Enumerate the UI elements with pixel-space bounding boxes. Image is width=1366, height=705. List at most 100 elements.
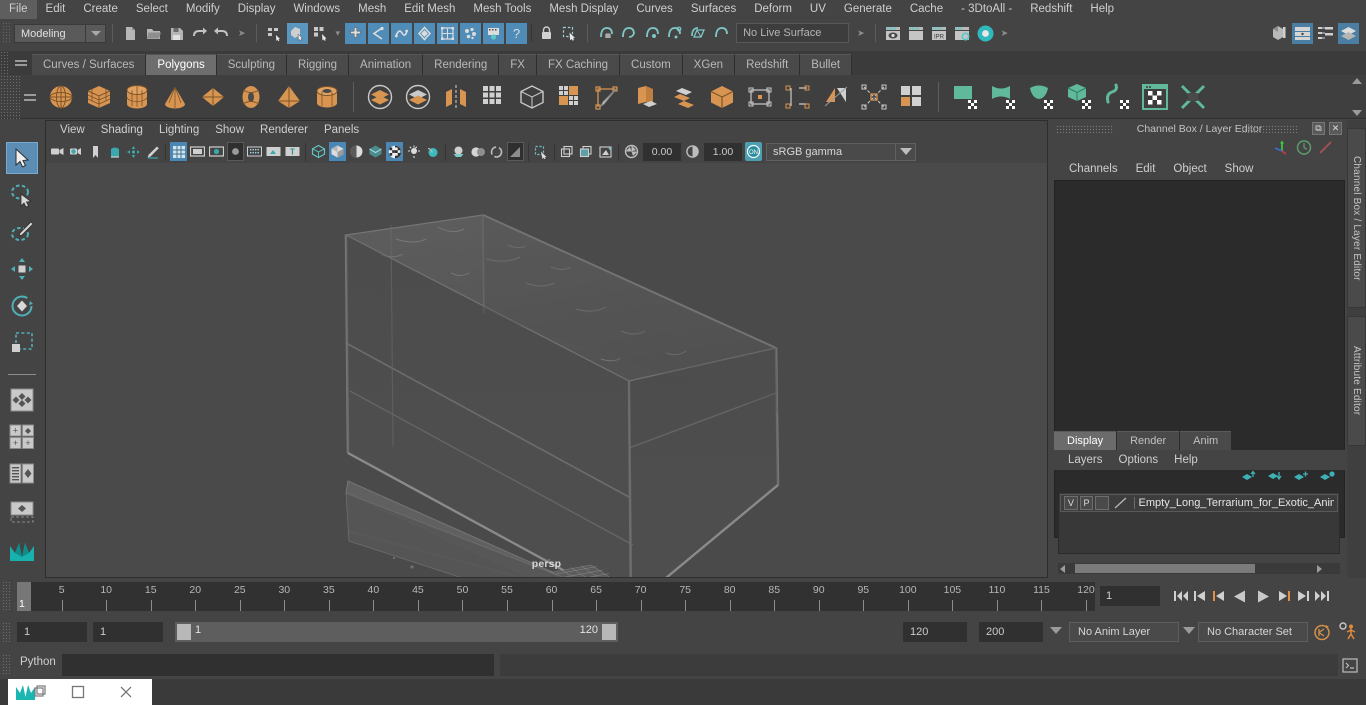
status-group-collapse-1[interactable]: ➤	[234, 28, 250, 39]
channel-box-menu-object[interactable]: Object	[1164, 158, 1215, 180]
select-by-component-icon[interactable]	[310, 23, 331, 44]
range-end-field[interactable]: 120	[903, 622, 967, 642]
smooth-cube-icon[interactable]	[515, 80, 549, 114]
safe-title-icon[interactable]: T	[284, 142, 301, 161]
layer-menu-help[interactable]: Help	[1166, 450, 1206, 470]
shelf-row-grip[interactable]	[0, 75, 20, 119]
animation-start-field[interactable]: 1	[17, 622, 87, 642]
hardware-texture-icon[interactable]	[367, 142, 384, 161]
poly-pyramid-icon[interactable]	[272, 80, 306, 114]
color-management-dropdown-arrow[interactable]	[896, 142, 916, 161]
time-slider-track[interactable]: 1 5 10 15 20 25 30 35 40 45 50 55 60 65 70 75 80 85 90 95 1…	[17, 582, 1095, 611]
menu-item-file[interactable]: File	[0, 0, 37, 19]
grease-pencil-icon[interactable]	[144, 142, 161, 161]
command-line-grip[interactable]	[2, 654, 11, 676]
menu-item-mesh-tools[interactable]: Mesh Tools	[464, 0, 540, 19]
layer-visibility-toggle[interactable]: V	[1064, 496, 1078, 510]
status-line-grip[interactable]	[2, 22, 10, 44]
current-time-indicator[interactable]: 1	[17, 582, 31, 611]
mask-misc-icon[interactable]: ?	[506, 22, 528, 44]
ambient-occlusion-icon[interactable]	[469, 142, 486, 161]
color-management-selector[interactable]: sRGB gamma	[766, 142, 896, 161]
boolean-difference-icon[interactable]	[401, 80, 435, 114]
render-current-frame-icon[interactable]	[883, 23, 904, 44]
vertical-tab-channel-box[interactable]: Channel Box / Layer Editor	[1347, 128, 1366, 308]
quick-layout-persp-icon[interactable]	[6, 495, 38, 527]
channel-box-menu-edit[interactable]: Edit	[1127, 158, 1165, 180]
shelf-tab-sculpting[interactable]: Sculpting	[216, 54, 288, 75]
hypershade-icon[interactable]	[975, 23, 996, 44]
exposure-icon[interactable]	[623, 142, 640, 161]
ipr-render-icon[interactable]: IPR	[929, 23, 950, 44]
menu-item-modify[interactable]: Modify	[177, 0, 229, 19]
quick-layout-single-icon[interactable]	[6, 384, 38, 416]
mirror-icon[interactable]	[439, 80, 473, 114]
go-to-end-icon[interactable]	[1313, 587, 1331, 605]
menu-item-3dtoall[interactable]: - 3DtoAll -	[952, 0, 1021, 19]
field-chart-icon[interactable]	[246, 142, 263, 161]
select-by-object-icon[interactable]	[286, 22, 308, 44]
maya-app-icon[interactable]	[8, 679, 54, 705]
restore-icon[interactable]: ⧉	[1312, 122, 1325, 135]
mask-particle-icon[interactable]	[460, 22, 482, 44]
new-layer-icon[interactable]	[1293, 470, 1309, 488]
mask-curve-icon[interactable]	[368, 22, 390, 44]
poly-pipe-icon[interactable]	[310, 80, 344, 114]
snap-grid-icon[interactable]	[595, 23, 616, 44]
shelf-scroll-arrows[interactable]	[1350, 78, 1364, 116]
smooth-shade-icon[interactable]	[329, 142, 346, 161]
uv-automatic-map-icon[interactable]	[1062, 80, 1096, 114]
open-scene-icon[interactable]	[143, 23, 164, 44]
redo-icon[interactable]	[212, 23, 233, 44]
scale-tool[interactable]	[6, 327, 38, 359]
uv-editor-icon[interactable]	[1138, 80, 1172, 114]
poly-cone-icon[interactable]	[158, 80, 192, 114]
extrude-icon[interactable]	[629, 80, 663, 114]
layer-shading-toggle[interactable]	[1095, 496, 1110, 510]
go-to-start-icon[interactable]	[1172, 587, 1190, 605]
layer-row[interactable]: V P Empty_Long_Terrarium_for_Exotic_Anim	[1060, 494, 1338, 512]
character-set-selector[interactable]: No Character Set	[1198, 622, 1308, 642]
texture-checker-icon[interactable]	[386, 142, 403, 161]
close-window-icon[interactable]	[102, 679, 150, 705]
lasso-select-tool[interactable]	[6, 179, 38, 211]
current-time-field[interactable]: 1	[1100, 586, 1160, 606]
gate-mask-icon[interactable]	[227, 142, 244, 161]
menu-item-windows[interactable]: Windows	[284, 0, 349, 19]
shelf-options-icon[interactable]	[20, 86, 40, 108]
safe-action-icon[interactable]	[265, 142, 282, 161]
play-forwards-icon[interactable]	[1252, 587, 1274, 605]
shelf-tab-animation[interactable]: Animation	[349, 54, 424, 75]
shadows-icon[interactable]	[450, 142, 467, 161]
render-sequence-icon[interactable]	[906, 23, 927, 44]
new-scene-icon[interactable]	[120, 23, 141, 44]
menu-item-mesh[interactable]: Mesh	[349, 0, 395, 19]
shelf-tab-rigging[interactable]: Rigging	[287, 54, 350, 75]
layer-name[interactable]: Empty_Long_Terrarium_for_Exotic_Anim	[1133, 497, 1334, 509]
status-group-collapse-3[interactable]: ➤	[853, 28, 869, 39]
shelf-tab-curves-surfaces[interactable]: Curves / Surfaces	[32, 54, 147, 75]
channel-box-menu-channels[interactable]: Channels	[1060, 158, 1127, 180]
select-tool[interactable]	[6, 142, 38, 174]
mask-handle-icon[interactable]	[345, 22, 367, 44]
two-sided-lighting-icon[interactable]	[424, 142, 441, 161]
shelf-tab-redshift[interactable]: Redshift	[735, 54, 801, 75]
menu-item-help[interactable]: Help	[1081, 0, 1123, 19]
resolution-gate-icon[interactable]	[208, 142, 225, 161]
maximize-window-icon[interactable]	[54, 679, 102, 705]
poly-cube-icon[interactable]	[82, 80, 116, 114]
menu-item-uv[interactable]: UV	[801, 0, 835, 19]
shelf-grip[interactable]	[0, 51, 10, 75]
poly-cylinder-icon[interactable]	[120, 80, 154, 114]
mask-joint-icon[interactable]	[483, 22, 505, 44]
status-group-collapse-4[interactable]: ➤	[997, 28, 1013, 39]
hardware-lighting-icon[interactable]	[405, 142, 422, 161]
transfer-attributes-icon[interactable]	[667, 80, 701, 114]
layer-scroll-thumb[interactable]	[1075, 564, 1255, 573]
multisample-icon[interactable]	[507, 142, 524, 161]
snap-live-icon[interactable]	[710, 23, 731, 44]
shelf-tab-bullet[interactable]: Bullet	[800, 54, 853, 75]
viewport-menu-panels[interactable]: Panels	[316, 121, 367, 140]
snap-curve-icon[interactable]	[618, 23, 639, 44]
menu-item-mesh-display[interactable]: Mesh Display	[540, 0, 627, 19]
